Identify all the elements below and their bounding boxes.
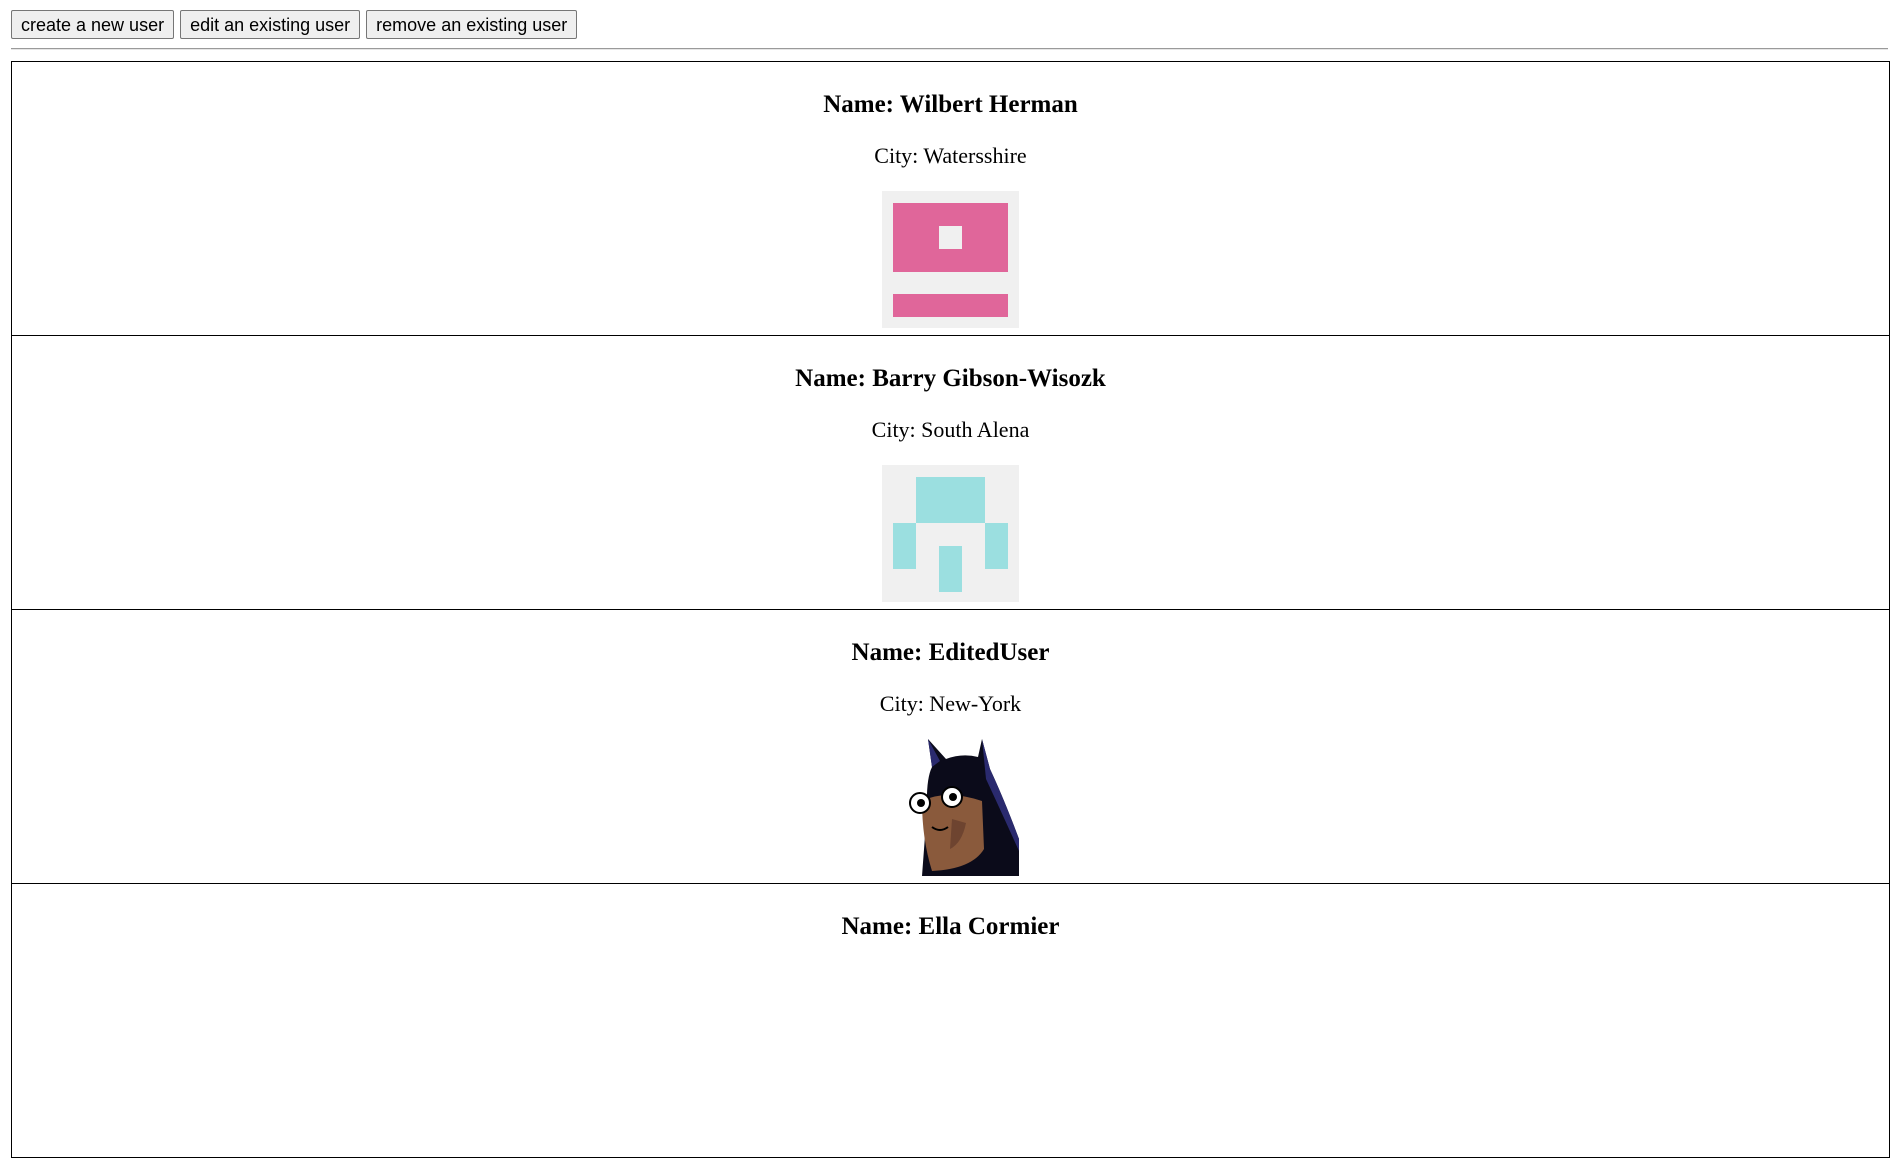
user-city: City: South Alena (871, 417, 1030, 442)
edit-user-button[interactable]: edit an existing user (180, 10, 361, 39)
user-card: Name: Ella Cormier (11, 883, 1890, 1158)
user-name: Name: Barry Gibson-Wisozk (795, 365, 1106, 392)
user-name: Name: Wilbert Herman (823, 91, 1078, 118)
user-avatar (882, 191, 1019, 328)
create-user-button[interactable]: create a new user (11, 10, 175, 39)
user-card: Name: Wilbert Herman City: Watersshire (11, 61, 1890, 336)
user-card: Name: EditedUser City: New-York (11, 609, 1890, 884)
user-avatar (882, 739, 1019, 876)
user-name: Name: EditedUser (851, 639, 1050, 666)
toolbar: create a new user edit an existing user … (11, 10, 578, 39)
user-city: City: New-York (879, 691, 1022, 716)
user-avatar (882, 465, 1019, 602)
remove-user-button[interactable]: remove an existing user (366, 10, 578, 39)
user-list: Name: Wilbert Herman City: Watersshire N… (11, 61, 1890, 1158)
divider (11, 48, 1888, 50)
user-card: Name: Barry Gibson-Wisozk City: South Al… (11, 335, 1890, 610)
user-name: Name: Ella Cormier (841, 913, 1060, 940)
user-city: City: Watersshire (874, 143, 1027, 168)
